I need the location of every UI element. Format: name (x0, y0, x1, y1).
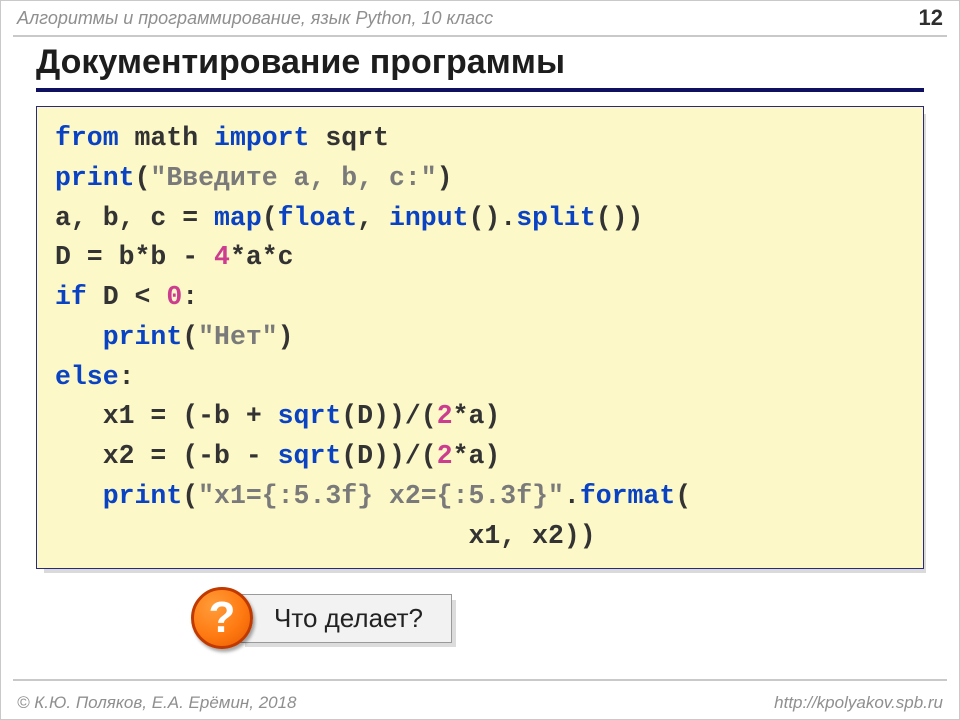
question-text: Что делает? (239, 594, 452, 643)
header-bar: Алгоритмы и программирование, язык Pytho… (1, 1, 959, 33)
copyright: © К.Ю. Поляков, Е.А. Ерёмин, 2018 (17, 693, 297, 713)
question-mark-icon: ? (191, 587, 253, 649)
kw-if: if (55, 282, 87, 312)
kw-print: print (55, 163, 135, 193)
number-literal: 2 (437, 441, 453, 471)
code-text: *a*c (230, 242, 294, 272)
code-text: ( (675, 481, 691, 511)
code-text: *a) (453, 441, 501, 471)
footer-bar: © К.Ю. Поляков, Е.А. Ерёмин, 2018 http:/… (1, 693, 959, 713)
kw-input: input (389, 203, 469, 233)
kw-print: print (103, 481, 183, 511)
code-text: ( (182, 481, 198, 511)
code-text: math (119, 123, 214, 153)
kw-float: float (278, 203, 358, 233)
question-bar: Что делает? (239, 594, 452, 643)
kw-format: format (580, 481, 675, 511)
footer-url: http://kpolyakov.spb.ru (774, 693, 943, 713)
code-text: ( (182, 322, 198, 352)
kw-map: map (214, 203, 262, 233)
code-text: ( (135, 163, 151, 193)
code-text: . (564, 481, 580, 511)
code-text: ( (262, 203, 278, 233)
code-text (55, 481, 103, 511)
kw-sqrt: sqrt (278, 401, 342, 431)
divider-bottom (13, 679, 947, 681)
code-text: ()) (596, 203, 644, 233)
code-text: (D))/( (341, 401, 436, 431)
code-text: sqrt (309, 123, 389, 153)
kw-split: split (516, 203, 596, 233)
code-text: x1, x2)) (55, 521, 596, 551)
code-text: D = b*b - (55, 242, 214, 272)
kw-from: from (55, 123, 119, 153)
string-literal: "Введите a, b, c:" (150, 163, 436, 193)
code-text (55, 322, 103, 352)
page-number: 12 (919, 5, 943, 31)
divider-top (13, 35, 947, 37)
kw-sqrt: sqrt (278, 441, 342, 471)
code-text: : (182, 282, 198, 312)
code-text: *a) (453, 401, 501, 431)
kw-else: else (55, 362, 119, 392)
course-title: Алгоритмы и программирование, язык Pytho… (17, 8, 493, 29)
slide: Алгоритмы и программирование, язык Pytho… (0, 0, 960, 720)
code-text: ) (278, 322, 294, 352)
number-literal: 2 (437, 401, 453, 431)
code-text: (). (469, 203, 517, 233)
number-literal: 0 (166, 282, 182, 312)
slide-title: Документирование программы (36, 43, 924, 92)
code-text: ) (437, 163, 453, 193)
code-text: D < (87, 282, 167, 312)
question-block: ? Что делает? (191, 587, 959, 649)
code-block: from math import sqrt print("Введите a, … (36, 106, 924, 569)
code-text: x2 = (-b - (55, 441, 278, 471)
string-literal: "x1={:5.3f} x2={:5.3f}" (198, 481, 564, 511)
kw-print: print (103, 322, 183, 352)
code-text: , (357, 203, 389, 233)
code-text: (D))/( (341, 441, 436, 471)
code-text: : (119, 362, 135, 392)
code-text: a, b, c = (55, 203, 214, 233)
code-text: x1 = (-b + (55, 401, 278, 431)
code-content: from math import sqrt print("Введите a, … (36, 106, 924, 569)
string-literal: "Нет" (198, 322, 278, 352)
kw-import: import (214, 123, 309, 153)
number-literal: 4 (214, 242, 230, 272)
